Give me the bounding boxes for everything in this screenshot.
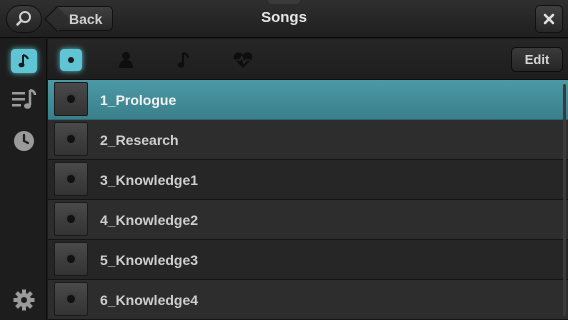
- song-artwork: [54, 82, 88, 116]
- gear-icon: [13, 289, 35, 311]
- sidebar: [0, 39, 47, 320]
- playlist-icon: [12, 89, 37, 109]
- song-artwork: [54, 282, 88, 316]
- song-row[interactable]: 3_Knowledge1: [48, 160, 568, 200]
- song-title: 1_Prologue: [100, 91, 177, 108]
- song-artwork: [54, 122, 88, 156]
- sidebar-item-settings[interactable]: [9, 286, 39, 314]
- record-icon: [67, 215, 75, 223]
- music-note-icon: [18, 54, 29, 68]
- record-icon: [67, 175, 75, 183]
- record-icon: [68, 57, 74, 63]
- record-icon: [67, 295, 75, 303]
- close-icon: [543, 13, 555, 25]
- back-button-label: Back: [69, 10, 103, 27]
- pull-tab[interactable]: [268, 0, 300, 4]
- top-bar: Back Songs: [0, 0, 568, 38]
- music-note-icon: [177, 51, 190, 68]
- song-title: 4_Knowledge2: [100, 211, 199, 228]
- song-row[interactable]: 1_Prologue: [48, 80, 568, 120]
- back-button[interactable]: Back: [54, 6, 113, 31]
- filter-bar: Edit: [48, 39, 568, 80]
- close-button[interactable]: [535, 5, 563, 33]
- song-row[interactable]: 2_Research: [48, 120, 568, 160]
- song-artwork: [54, 162, 88, 196]
- sidebar-item-playlists[interactable]: [9, 86, 39, 114]
- record-icon: [67, 255, 75, 263]
- filter-artists[interactable]: [111, 46, 141, 74]
- song-list: 1_Prologue 2_Research 3_Knowledge1 4_Kno…: [48, 80, 568, 320]
- song-title: 6_Knowledge4: [100, 291, 199, 308]
- song-artwork: [54, 242, 88, 276]
- person-icon: [119, 52, 133, 68]
- song-title: 2_Research: [100, 131, 179, 148]
- song-row[interactable]: 5_Knowledge3: [48, 240, 568, 280]
- sidebar-item-songs[interactable]: [9, 47, 39, 75]
- sidebar-item-recent[interactable]: [9, 127, 39, 155]
- song-row[interactable]: 4_Knowledge2: [48, 200, 568, 240]
- heart-icon: [233, 52, 253, 68]
- filter-all[interactable]: [56, 46, 86, 74]
- record-icon: [67, 135, 75, 143]
- song-title: 3_Knowledge1: [100, 171, 199, 188]
- song-artwork: [54, 202, 88, 236]
- search-button[interactable]: [6, 5, 42, 33]
- song-row[interactable]: 6_Knowledge4: [48, 280, 568, 320]
- clock-icon: [14, 131, 34, 151]
- filter-favorites[interactable]: [228, 46, 258, 74]
- filter-tracks[interactable]: [168, 46, 198, 74]
- edit-button[interactable]: Edit: [511, 47, 563, 72]
- record-icon: [67, 95, 75, 103]
- list-scrollbar[interactable]: [563, 84, 566, 316]
- song-title: 5_Knowledge3: [100, 251, 199, 268]
- search-icon: [16, 11, 31, 26]
- page-title: Songs: [261, 9, 307, 26]
